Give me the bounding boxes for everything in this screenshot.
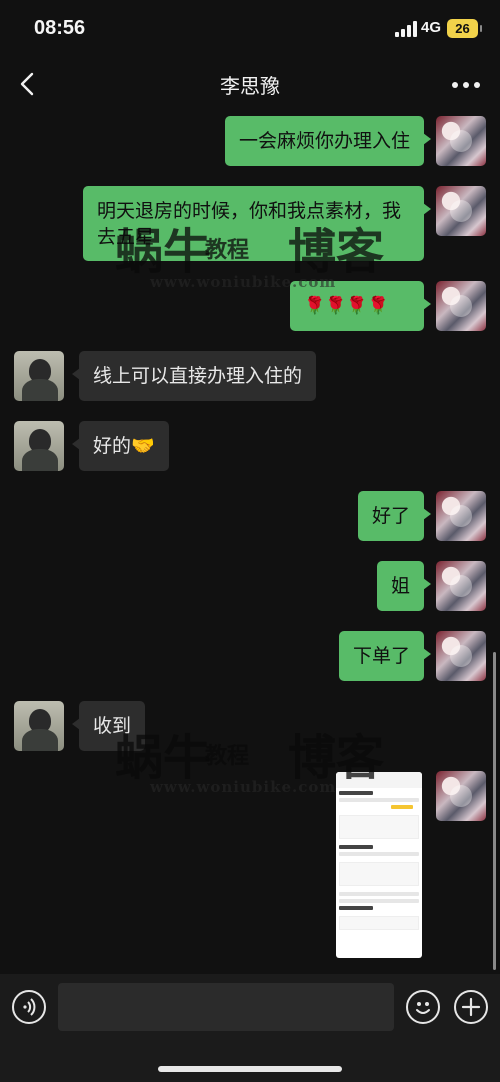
scrollbar[interactable] <box>493 652 496 970</box>
my-avatar[interactable] <box>436 771 486 821</box>
watermark-url: www.woniubike.com <box>150 273 337 291</box>
message-input-bar <box>0 974 500 1082</box>
my-avatar[interactable] <box>436 631 486 681</box>
message-bubble-received[interactable]: 线上可以直接办理入住的 <box>71 351 317 401</box>
my-avatar[interactable] <box>436 491 486 541</box>
plus-icon <box>461 997 481 1017</box>
more-options-icon[interactable] <box>452 82 480 88</box>
emoji-icon <box>416 1002 430 1014</box>
voice-icon <box>23 998 36 1016</box>
message-bubble-received[interactable]: 收到 <box>71 701 146 751</box>
message-bubble-received[interactable]: 好的🤝 <box>72 421 169 471</box>
message-text-input[interactable] <box>58 983 394 1031</box>
status-bar: 08:56 4G 26 <box>0 0 500 58</box>
cellular-signal-icon <box>395 21 417 37</box>
message-bubble-sent[interactable]: 下单了 <box>338 631 432 681</box>
emoji-button[interactable] <box>406 990 440 1024</box>
message-bubble-sent[interactable]: 明天退房的时候，你和我点素材，我去五星 <box>83 186 431 261</box>
contact-avatar[interactable] <box>14 351 64 401</box>
status-time: 08:56 <box>34 17 86 39</box>
watermark-url: www.woniubike.com <box>150 778 337 796</box>
my-avatar[interactable] <box>436 116 486 166</box>
contact-avatar[interactable] <box>14 701 64 751</box>
my-avatar[interactable] <box>436 186 486 236</box>
image-message-screenshot[interactable] <box>336 772 422 958</box>
message-bubble-sent[interactable]: 一会麻烦你办理入住 <box>224 116 432 166</box>
message-bubble-sent[interactable]: 姐 <box>376 561 432 611</box>
my-avatar[interactable] <box>436 281 486 331</box>
message-bubble-sent[interactable]: 好了 <box>357 491 432 541</box>
more-actions-button[interactable] <box>454 990 488 1024</box>
chat-header: 李思豫 <box>0 58 500 110</box>
home-indicator[interactable] <box>158 1066 342 1072</box>
network-type: 4G <box>421 19 442 36</box>
voice-input-button[interactable] <box>12 990 46 1024</box>
contact-avatar[interactable] <box>14 421 64 471</box>
chat-title: 李思豫 <box>220 74 280 98</box>
battery-icon: 26 <box>447 19 482 38</box>
my-avatar[interactable] <box>436 561 486 611</box>
watermark-middle: 教程 <box>205 744 250 769</box>
